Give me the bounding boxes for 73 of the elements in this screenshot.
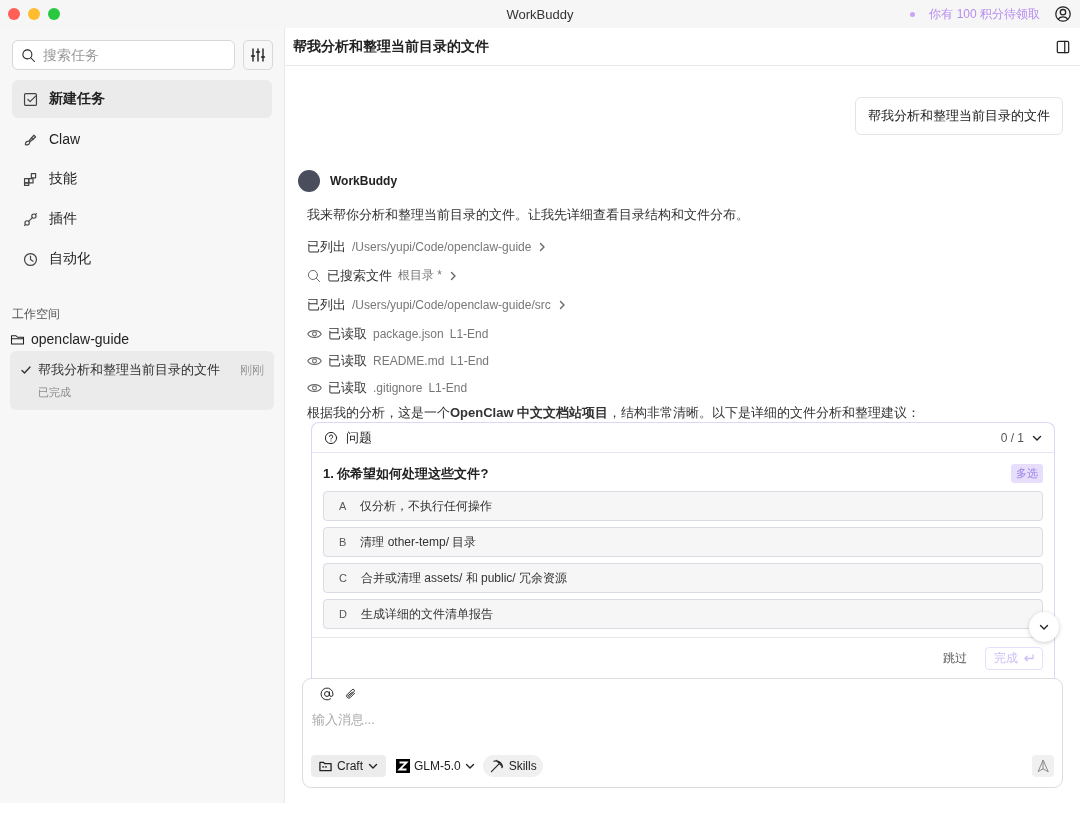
sliders-icon — [250, 47, 266, 63]
step-label: 已列出 — [307, 237, 346, 256]
answer-option[interactable]: B 清理 other-temp/ 目录 — [323, 527, 1043, 557]
answer-option[interactable]: D 生成详细的文件清单报告 — [323, 599, 1043, 629]
mode-dropdown[interactable]: Craft — [311, 755, 386, 777]
step-label: 已读取 — [328, 324, 367, 343]
step-target: .gitignore — [373, 380, 423, 395]
search-field[interactable]: 搜索任务 — [12, 40, 235, 70]
blocks-icon — [22, 170, 39, 188]
nav-item[interactable]: 插件 — [12, 200, 272, 238]
step-label: 已列出 — [307, 295, 346, 314]
workspace-item[interactable]: openclaw-guide — [10, 331, 130, 347]
user-message: 帮我分析和整理当前目录的文件 — [855, 97, 1063, 135]
nav-item[interactable]: 自动化 — [12, 240, 272, 278]
check-icon — [20, 364, 32, 376]
task-item[interactable]: 帮我分析和整理当前目录的文件 刚刚 已完成 — [10, 351, 274, 410]
assistant-name: WorkBuddy — [330, 174, 398, 188]
skills-button[interactable]: Skills — [482, 755, 543, 777]
nav-item[interactable]: 新建任务 — [12, 80, 272, 118]
logo-icon — [396, 759, 410, 773]
panel-title: 问题 — [346, 428, 372, 447]
panel-toggle-icon[interactable] — [1056, 39, 1070, 54]
section-heading: 工作空间 — [12, 306, 61, 323]
step-label: 已读取 — [328, 351, 367, 370]
clock-icon — [22, 250, 39, 268]
filter-button[interactable] — [243, 40, 273, 70]
message-composer[interactable]: 输入消息... Craft GLM-5.0 Skills — [302, 678, 1063, 788]
nav-item[interactable]: 技能 — [12, 160, 272, 198]
eye-icon — [307, 327, 322, 340]
paperclip-icon[interactable] — [344, 687, 358, 701]
pickaxe-icon — [488, 758, 505, 774]
answer-option[interactable]: A 仅分析，不执行任何操作 — [323, 491, 1043, 521]
answer-option[interactable]: C 合并或清理 assets/ 和 public/ 冗余资源 — [323, 563, 1043, 593]
message-text: 我来帮你分析和整理当前目录的文件。让我先详细查看目录结构和文件分布。 — [307, 206, 750, 224]
line-range: L1-End — [450, 353, 490, 368]
eye-icon — [307, 381, 322, 394]
line-range: L1-End — [449, 326, 489, 341]
message-text: 根据我的分析，这是一个OpenClaw 中文文档站项目，结构非常清晰。以下是详细的文件分析和整理建议： — [307, 404, 922, 422]
step-target[interactable]: /Users/yupi/Code/openclaw-guide/src — [352, 297, 551, 312]
send-icon — [1036, 759, 1050, 773]
chevron-down-icon — [368, 761, 378, 771]
window-title: WorkBuddy — [506, 6, 574, 22]
step-label: 已读取 — [328, 378, 367, 397]
close-window-button[interactable] — [8, 8, 20, 20]
help-icon — [324, 430, 338, 445]
dot-icon — [910, 11, 916, 17]
folder-icon — [319, 760, 332, 772]
step-target: package.json — [373, 326, 444, 341]
chevron-down-icon — [1039, 622, 1049, 632]
chat-title: 帮我分析和整理当前目录的文件 — [293, 37, 489, 56]
chevron-icon — [448, 270, 458, 281]
message-input[interactable]: 输入消息... — [311, 703, 1054, 755]
search-icon — [307, 268, 321, 283]
at-icon[interactable] — [320, 687, 334, 701]
step-target[interactable]: /Users/yupi/Code/openclaw-guide — [352, 239, 532, 254]
line-range: L1-End — [428, 380, 468, 395]
step-label: 已搜索文件 — [327, 266, 392, 285]
nav-item[interactable]: Claw — [12, 120, 272, 158]
question-text: 1. 你希望如何处理这些文件? — [323, 464, 489, 483]
eye-icon — [307, 354, 322, 367]
chevron-down-icon — [464, 761, 475, 771]
multi-select-tag: 多选 — [1011, 464, 1043, 483]
step-target: README.md — [373, 353, 445, 368]
progress-count: 0 / 1 — [1000, 430, 1024, 445]
model-dropdown[interactable]: GLM-5.0 — [394, 755, 475, 777]
user-icon[interactable] — [1054, 5, 1072, 23]
skip-button[interactable]: 跳过 — [943, 649, 967, 667]
send-button[interactable] — [1032, 755, 1054, 777]
checkbox-icon — [22, 90, 39, 108]
step-target[interactable]: 根目录 * — [398, 267, 442, 284]
enter-icon — [1023, 653, 1034, 663]
avatar — [298, 170, 320, 192]
plug-icon — [22, 210, 39, 228]
